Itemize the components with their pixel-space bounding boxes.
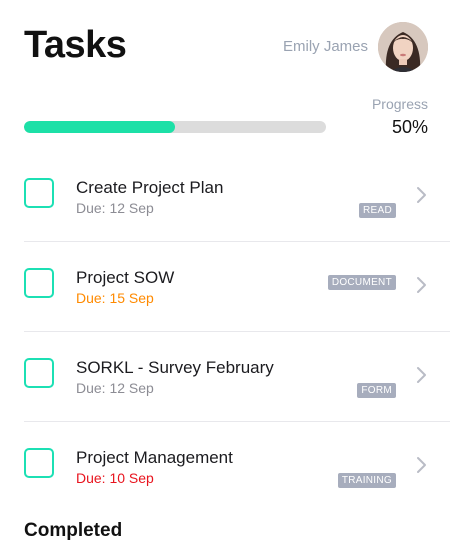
progress-value: 50% <box>391 117 428 137</box>
user-name: Emily James <box>282 38 368 55</box>
task-row[interactable]: SORKL - Survey February Due: 12 Sep FORM <box>24 332 450 422</box>
task-name: Create Project Plan <box>76 178 224 197</box>
tasks-screen: Tasks Emily James Progress 50% Create Pr… <box>0 0 450 550</box>
task-type-badge: DOCUMENT <box>327 275 396 290</box>
progress-bar-fill <box>24 121 175 133</box>
task-type-badge: TRAINING <box>337 473 396 488</box>
task-due-date: Due: 12 Sep <box>76 380 154 396</box>
task-checkbox[interactable] <box>24 178 54 208</box>
task-row[interactable]: Project SOW Due: 15 Sep DOCUMENT <box>24 242 450 332</box>
task-row[interactable]: Project Management Due: 10 Sep TRAINING <box>24 422 450 511</box>
progress-label: Progress <box>371 96 428 112</box>
chevron-right-icon[interactable] <box>414 186 428 204</box>
task-due-date: Due: 10 Sep <box>76 470 154 486</box>
page-title: Tasks <box>24 24 127 66</box>
completed-section-heading: Completed <box>24 520 123 541</box>
progress-bar <box>24 121 326 133</box>
task-checkbox[interactable] <box>24 268 54 298</box>
task-checkbox[interactable] <box>24 448 54 478</box>
avatar-image <box>378 22 428 72</box>
header: Tasks Emily James <box>24 22 428 74</box>
task-list: Create Project Plan Due: 12 Sep READ Pro… <box>24 152 450 511</box>
task-name: Project Management <box>76 448 233 467</box>
task-row[interactable]: Create Project Plan Due: 12 Sep READ <box>24 152 450 242</box>
task-checkbox[interactable] <box>24 358 54 388</box>
chevron-right-icon[interactable] <box>414 366 428 384</box>
task-name: Project SOW <box>76 268 175 287</box>
chevron-right-icon[interactable] <box>414 276 428 294</box>
task-due-date: Due: 15 Sep <box>76 290 154 306</box>
task-due-date: Due: 12 Sep <box>76 200 154 216</box>
task-name: SORKL - Survey February <box>76 358 274 377</box>
task-type-badge: FORM <box>357 383 396 398</box>
task-type-badge: READ <box>359 203 396 218</box>
chevron-right-icon[interactable] <box>414 456 428 474</box>
avatar[interactable] <box>378 22 428 72</box>
